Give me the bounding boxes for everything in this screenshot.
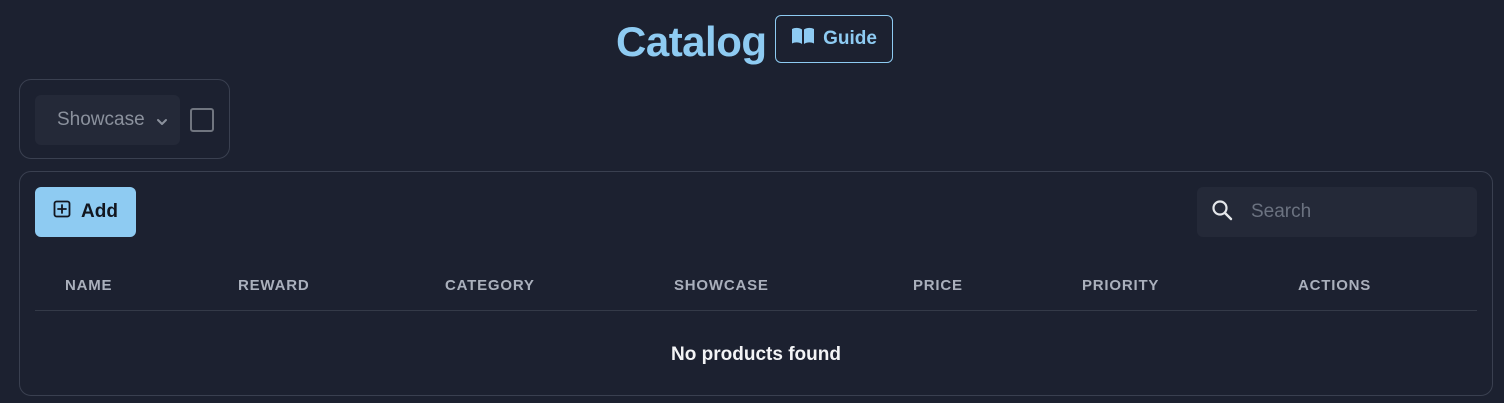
showcase-select-value: Showcase: [57, 109, 145, 130]
guide-button-label: Guide: [823, 28, 877, 49]
table-header: NAME REWARD CATEGORY SHOWCASE PRICE PRIO…: [35, 267, 1477, 311]
search-icon: [1211, 199, 1233, 226]
column-header-category[interactable]: CATEGORY: [445, 277, 535, 294]
column-header-reward[interactable]: REWARD: [238, 277, 309, 294]
showcase-checkbox[interactable]: [190, 108, 214, 132]
empty-state-message: No products found: [671, 344, 841, 365]
book-open-icon: [791, 27, 815, 51]
chevron-down-icon: [155, 113, 169, 127]
column-header-price[interactable]: PRICE: [913, 277, 963, 294]
column-header-name[interactable]: NAME: [65, 277, 112, 294]
add-button[interactable]: Add: [35, 187, 136, 237]
search-box: [1197, 187, 1477, 237]
column-header-showcase[interactable]: SHOWCASE: [674, 277, 769, 294]
guide-button[interactable]: Guide: [775, 15, 893, 63]
search-input[interactable]: [1249, 200, 1463, 224]
plus-square-icon: [53, 200, 71, 224]
add-button-label: Add: [81, 201, 118, 222]
showcase-select[interactable]: Showcase: [35, 95, 180, 145]
page-title: Catalog: [616, 18, 767, 65]
catalog-page: Catalog Guide Showcase Add Search NAME R…: [0, 0, 1504, 403]
column-header-priority[interactable]: PRIORITY: [1082, 277, 1159, 294]
filter-panel: Showcase: [19, 79, 230, 159]
products-table-card: Add NAME REWARD CATEGORY SHOWCASE PRICE …: [19, 171, 1493, 396]
column-header-actions: ACTIONS: [1298, 277, 1372, 294]
